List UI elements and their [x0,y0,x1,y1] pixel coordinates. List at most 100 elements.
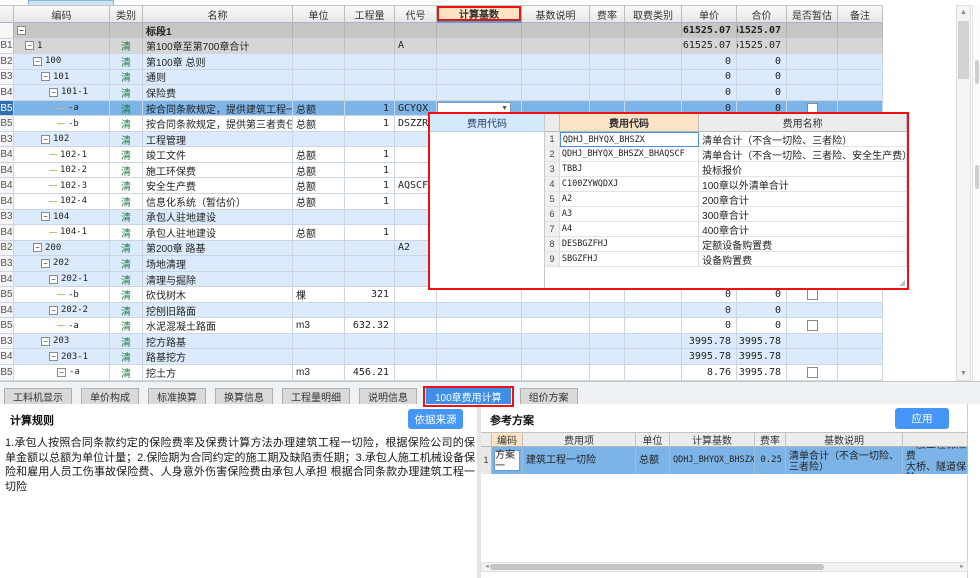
scroll-right-icon[interactable]: ► [957,563,967,571]
fee-code-row[interactable]: 4C100ZYWQDXJ100章以外清单合计 [545,177,907,192]
column-header-5[interactable]: 工程量 [345,5,395,23]
fee-code-row[interactable]: 3TBBJ投标报价 [545,162,907,177]
expand-toggle-icon[interactable]: − [41,72,50,81]
fee-code-name[interactable]: 300章合计 [699,207,907,222]
resize-grip-icon[interactable]: ◢ [899,278,905,287]
reference-plan-row[interactable]: 1方案一建筑工程一切险总额QDHJ_BHYQX_BHSZX0.25清单合计（不含… [481,447,968,474]
column-header-10[interactable]: 取费类别 [625,5,682,23]
ref-code-editor[interactable]: 方案一 [494,450,520,471]
expand-toggle-icon[interactable]: − [25,41,34,50]
column-header-3[interactable]: 名称 [143,5,293,23]
chevron-down-icon[interactable]: ▼ [501,105,510,112]
tab-说明信息[interactable]: 说明信息 [359,388,417,404]
tab-单价构成[interactable]: 单价构成 [81,388,139,404]
splitter-handle[interactable] [975,60,979,84]
expand-toggle-icon[interactable]: − [49,306,58,315]
calc-base-cell[interactable] [437,54,522,69]
source-basis-button[interactable]: 依据来源 [408,409,463,429]
calc-base-cell[interactable] [437,349,522,364]
tab-标准换算[interactable]: 标准换算 [148,388,206,404]
expand-toggle-icon[interactable]: − [49,88,58,97]
table-row[interactable]: B3−203清挖方路基3995.783995.78 [0,334,883,350]
fee-code-value[interactable]: TBBJ [560,162,699,177]
expand-toggle-icon[interactable]: − [41,337,50,346]
column-header-4[interactable]: 单位 [293,5,345,23]
tab-换算信息[interactable]: 换算信息 [215,388,273,404]
column-header-11[interactable]: 单价 [682,5,737,23]
expand-toggle-icon[interactable]: − [41,135,50,144]
vertical-scrollbar[interactable]: ▲ ▼ [956,5,971,381]
fee-code-row[interactable]: 8DESBGZFHJ定额设备购置费 [545,237,907,252]
column-header-14[interactable]: 备注 [838,5,883,23]
table-row[interactable]: B3−101清通则00 [0,70,883,86]
horizontal-scrollbar[interactable]: ◄ ► [481,562,968,572]
estimate-checkbox[interactable] [807,367,818,378]
table-row[interactable]: B2−100清第100章 总则00 [0,54,883,70]
calc-base-cell[interactable] [437,23,522,38]
fee-code-row[interactable]: 7A4400章合计 [545,222,907,237]
calc-base-cell[interactable] [437,39,522,54]
tab-工料机显示[interactable]: 工料机显示 [4,388,72,404]
table-row[interactable]: B5−-a清挖土方m3456.218.763995.78 [0,365,883,381]
scroll-up-icon[interactable]: ▲ [957,6,970,19]
expand-toggle-icon[interactable]: − [33,243,42,252]
expand-toggle-icon[interactable]: − [33,57,42,66]
fee-code-row[interactable]: 2QDHJ_BHYQX_BHSZX_BHAQSCF清单合计（不含一切险、三者险、… [545,147,907,162]
ref-code-cell[interactable]: 方案一 [492,447,523,474]
fee-code-value[interactable]: A2 [560,192,699,207]
column-header-12[interactable]: 合价 [737,5,787,23]
fee-code-value[interactable]: QDHJ_BHYQX_BHSZX_BHAQSCF [560,147,699,162]
table-row[interactable]: B4−203-1清路基挖方3995.783995.78 [0,349,883,365]
fee-code-value[interactable]: C100ZYWQDXJ [560,177,699,192]
fee-code-row[interactable]: 5A2200章合计 [545,192,907,207]
column-header-9[interactable]: 费率 [590,5,625,23]
table-row[interactable]: B5-a清水泥混凝土路面m3632.3200 [0,318,883,334]
fee-code-name[interactable]: 清单合计（不含一切险、三者险） [699,132,907,147]
tab-100章费用计算[interactable]: 100章费用计算 [426,388,511,404]
fee-code-name[interactable]: 200章合计 [699,192,907,207]
scrollbar-thumb[interactable] [958,21,969,79]
calc-base-cell[interactable] [437,334,522,349]
expand-toggle-icon[interactable]: − [17,26,26,35]
splitter-handle[interactable] [975,165,979,189]
estimate-checkbox[interactable] [807,320,818,331]
column-header-13[interactable]: 是否暂估 [787,5,838,23]
fee-code-value[interactable]: SBGZFHJ [560,252,699,267]
calc-base-cell[interactable] [437,318,522,333]
column-header-2[interactable]: 类别 [110,5,143,23]
tab-工程量明细[interactable]: 工程量明细 [282,388,350,404]
hscrollbar-thumb[interactable] [490,564,824,570]
scroll-down-icon[interactable]: ▼ [957,367,970,380]
tab-组价方案[interactable]: 组价方案 [520,388,578,404]
apply-button[interactable]: 应用 [895,408,949,429]
fee-code-row[interactable]: 6A3300章合计 [545,207,907,222]
fee-code-value[interactable]: A3 [560,207,699,222]
fee-code-value[interactable]: QDHJ_BHYQX_BHSZX [560,132,699,147]
fee-code-name[interactable]: 400章合计 [699,222,907,237]
expand-toggle-icon[interactable]: − [49,352,58,361]
calc-base-cell[interactable] [437,365,522,380]
table-row[interactable]: B1−1清第100章至第700章合计A5561525.075561525.07 [0,39,883,55]
fee-code-value[interactable]: A4 [560,222,699,237]
expand-toggle-icon[interactable]: − [41,212,50,221]
estimate-checkbox[interactable] [807,289,818,300]
calc-base-cell[interactable] [437,85,522,100]
table-row[interactable]: B4−202-2清挖刨旧路面00 [0,303,883,319]
calc-base-cell[interactable] [437,70,522,85]
expand-toggle-icon[interactable]: − [41,259,50,268]
fee-code-value[interactable]: DESBGZFHJ [560,237,699,252]
expand-toggle-icon[interactable]: − [49,275,58,284]
expand-toggle-icon[interactable]: − [57,368,66,377]
column-header-1[interactable]: 编码 [14,5,110,23]
fee-code-name[interactable]: 100章以外清单合计 [699,177,907,192]
fee-code-row[interactable]: 1QDHJ_BHYQX_BHSZX清单合计（不含一切险、三者险） [545,132,907,147]
table-row[interactable]: B4−101-1清保险费00 [0,85,883,101]
fee-code-name[interactable]: 设备购置费 [699,252,907,267]
calc-base-cell[interactable] [437,303,522,318]
fee-code-name[interactable]: 投标报价 [699,162,907,177]
column-header-7[interactable]: 计算基数 [437,5,522,23]
column-header-8[interactable]: 基数说明 [522,5,590,23]
column-header-6[interactable]: 代号 [395,5,437,23]
table-row[interactable]: −标段15561525.075561525.07 [0,23,883,39]
fee-code-name[interactable]: 清单合计（不含一切险、三者险、安全生产费） [699,147,907,162]
